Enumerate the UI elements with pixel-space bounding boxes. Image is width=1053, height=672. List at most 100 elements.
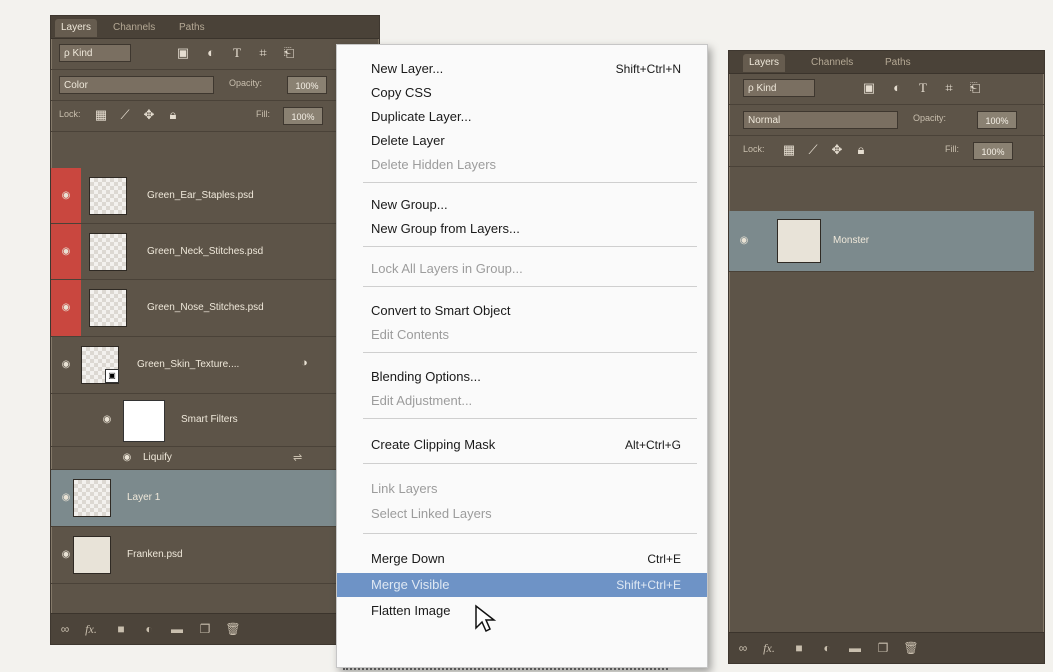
- link-icon[interactable]: ∞: [733, 639, 753, 657]
- fill-field[interactable]: 100%: [283, 107, 323, 125]
- lock-transparent-icon[interactable]: ▦: [93, 107, 109, 123]
- visibility-eye-icon[interactable]: ◉: [60, 359, 72, 371]
- menu-item-merge-visible[interactable]: Merge Visible Shift+Ctrl+E: [337, 573, 707, 597]
- fill-field[interactable]: 100%: [973, 142, 1013, 160]
- tab-channels[interactable]: Channels: [107, 19, 161, 37]
- tab-channels[interactable]: Channels: [805, 54, 859, 72]
- menu-item-convert-smart-object[interactable]: Convert to Smart Object: [337, 299, 707, 323]
- opacity-field[interactable]: 100%: [977, 111, 1017, 129]
- mask-icon[interactable]: ■: [789, 639, 809, 657]
- layer-thumbnail: [73, 479, 111, 517]
- tab-paths[interactable]: Paths: [879, 54, 917, 72]
- layer-thumbnail: [89, 177, 127, 215]
- kind-filter-dropdown[interactable]: ρ Kind: [59, 44, 131, 62]
- filter-row[interactable]: ◉ Liquify ⇌: [51, 447, 379, 470]
- filter-row: ρ Kind ▣ ◐ T ⌗ ⎗: [51, 39, 379, 70]
- visibility-eye-icon[interactable]: ◉: [121, 452, 133, 464]
- fx-icon[interactable]: fx.: [81, 620, 101, 638]
- layer-row[interactable]: ◉ Green_Nose_Stitches.psd: [51, 280, 379, 337]
- layer-thumbnail: [777, 219, 821, 263]
- shortcut: Shift+Ctrl+E: [616, 578, 681, 592]
- trash-icon[interactable]: 🗑︎: [901, 639, 921, 657]
- visibility-eye-icon[interactable]: ◉: [60, 246, 72, 258]
- visibility-eye-icon[interactable]: ◉: [738, 235, 750, 247]
- trash-icon[interactable]: 🗑︎: [223, 620, 243, 638]
- new-layer-icon[interactable]: ❐: [195, 620, 215, 638]
- tab-paths[interactable]: Paths: [173, 19, 211, 37]
- folder-icon[interactable]: ▬: [845, 639, 865, 657]
- tab-layers[interactable]: Layers: [743, 54, 786, 72]
- layer-name: Green_Skin_Texture....: [137, 359, 240, 370]
- smart-filters-row[interactable]: ◉ Smart Filters: [51, 394, 379, 447]
- layer-thumbnail: [89, 289, 127, 327]
- blend-mode-dropdown[interactable]: Normal: [743, 111, 898, 129]
- pixel-filter-icon[interactable]: ▣: [175, 45, 191, 61]
- layer-name: Green_Nose_Stitches.psd: [147, 302, 264, 313]
- lock-transparent-icon[interactable]: ▦: [781, 142, 797, 158]
- filter-options-icon[interactable]: ⇌: [293, 451, 302, 464]
- menu-item-new-group[interactable]: New Group...: [337, 193, 707, 217]
- menu-item-copy-css[interactable]: Copy CSS: [337, 81, 707, 105]
- pixel-filter-icon[interactable]: ▣: [861, 80, 877, 96]
- adjustment-filter-icon[interactable]: ◐: [889, 80, 905, 96]
- lock-label: Lock:: [59, 109, 81, 119]
- layer-row[interactable]: ◉ Layer 1: [51, 470, 379, 527]
- lock-position-icon[interactable]: ✥: [829, 142, 845, 158]
- kind-filter-dropdown[interactable]: ρ Kind: [743, 79, 815, 97]
- layer-row[interactable]: ◉ Franken.psd: [51, 527, 379, 584]
- menu-separator: [363, 286, 697, 287]
- lock-all-icon[interactable]: 🔒︎: [165, 107, 181, 123]
- visibility-eye-icon[interactable]: ◉: [60, 302, 72, 314]
- smart-object-filter-icon[interactable]: ⎗: [967, 80, 983, 96]
- menu-separator: [363, 182, 697, 183]
- menu-item-new-group-from-layers[interactable]: New Group from Layers...: [337, 217, 707, 241]
- menu-item-merge-down[interactable]: Merge Down Ctrl+E: [337, 547, 707, 571]
- layer-name: Green_Ear_Staples.psd: [147, 190, 254, 201]
- layer-row[interactable]: ◉ ▣ Green_Skin_Texture.... ◑: [51, 337, 379, 394]
- layer-row[interactable]: ◉ Green_Neck_Stitches.psd: [51, 224, 379, 280]
- layers-bottom-toolbar: ∞ fx. ■ ◐ ▬ ❐ 🗑︎: [51, 613, 379, 644]
- layer-row[interactable]: ◉ Monster: [729, 211, 1034, 272]
- menu-item-create-clipping-mask[interactable]: Create Clipping Mask Alt+Ctrl+G: [337, 433, 707, 457]
- lock-label: Lock:: [743, 144, 765, 154]
- menu-separator: [363, 418, 697, 419]
- layer-name: Monster: [833, 235, 870, 246]
- blend-row: Color Opacity: 100%: [51, 70, 379, 101]
- smart-filter-indicator-icon[interactable]: ◑: [301, 357, 308, 369]
- fx-icon[interactable]: fx.: [759, 639, 779, 657]
- layers-bottom-toolbar: ∞ fx. ■ ◐ ▬ ❐ 🗑︎: [729, 632, 1044, 663]
- visibility-eye-icon[interactable]: ◉: [60, 190, 72, 202]
- lock-row: Lock: ▦ ⟋ ✥ 🔒︎ Fill: 100%: [51, 101, 379, 132]
- mask-icon[interactable]: ■: [111, 620, 131, 638]
- menu-item-delete-layer[interactable]: Delete Layer: [337, 129, 707, 153]
- filter-name: Liquify: [143, 452, 172, 463]
- menu-item-new-layer[interactable]: New Layer... Shift+Ctrl+N: [337, 57, 707, 81]
- shortcut: Ctrl+E: [647, 552, 681, 566]
- shape-filter-icon[interactable]: ⌗: [941, 80, 957, 96]
- visibility-eye-icon[interactable]: ◉: [101, 414, 113, 426]
- lock-brush-icon[interactable]: ⟋: [805, 142, 821, 158]
- blend-mode-dropdown[interactable]: Color: [59, 76, 214, 94]
- menu-item-duplicate-layer[interactable]: Duplicate Layer...: [337, 105, 707, 129]
- left-layers-panel: Layers Channels Paths ρ Kind ▣ ◐ T ⌗ ⎗ C…: [50, 15, 380, 645]
- menu-item-flatten-image[interactable]: Flatten Image: [337, 599, 707, 623]
- link-icon[interactable]: ∞: [55, 620, 75, 638]
- visibility-eye-icon[interactable]: ◉: [60, 549, 72, 561]
- adjustment-icon[interactable]: ◐: [139, 620, 159, 638]
- lock-position-icon[interactable]: ✥: [141, 107, 157, 123]
- lock-all-icon[interactable]: 🔒︎: [853, 142, 869, 158]
- new-layer-icon[interactable]: ❐: [873, 639, 893, 657]
- type-filter-icon[interactable]: T: [229, 45, 245, 61]
- layer-row[interactable]: ◉ Green_Ear_Staples.psd: [51, 168, 379, 224]
- tab-layers[interactable]: Layers: [55, 19, 98, 37]
- type-filter-icon[interactable]: T: [915, 80, 931, 96]
- opacity-field[interactable]: 100%: [287, 76, 327, 94]
- smart-object-filter-icon[interactable]: ⎗: [281, 45, 297, 61]
- folder-icon[interactable]: ▬: [167, 620, 187, 638]
- visibility-eye-icon[interactable]: ◉: [60, 492, 72, 504]
- adjustment-filter-icon[interactable]: ◐: [203, 45, 219, 61]
- adjustment-icon[interactable]: ◐: [817, 639, 837, 657]
- lock-brush-icon[interactable]: ⟋: [117, 107, 133, 123]
- shape-filter-icon[interactable]: ⌗: [255, 45, 271, 61]
- menu-item-blending-options[interactable]: Blending Options...: [337, 365, 707, 389]
